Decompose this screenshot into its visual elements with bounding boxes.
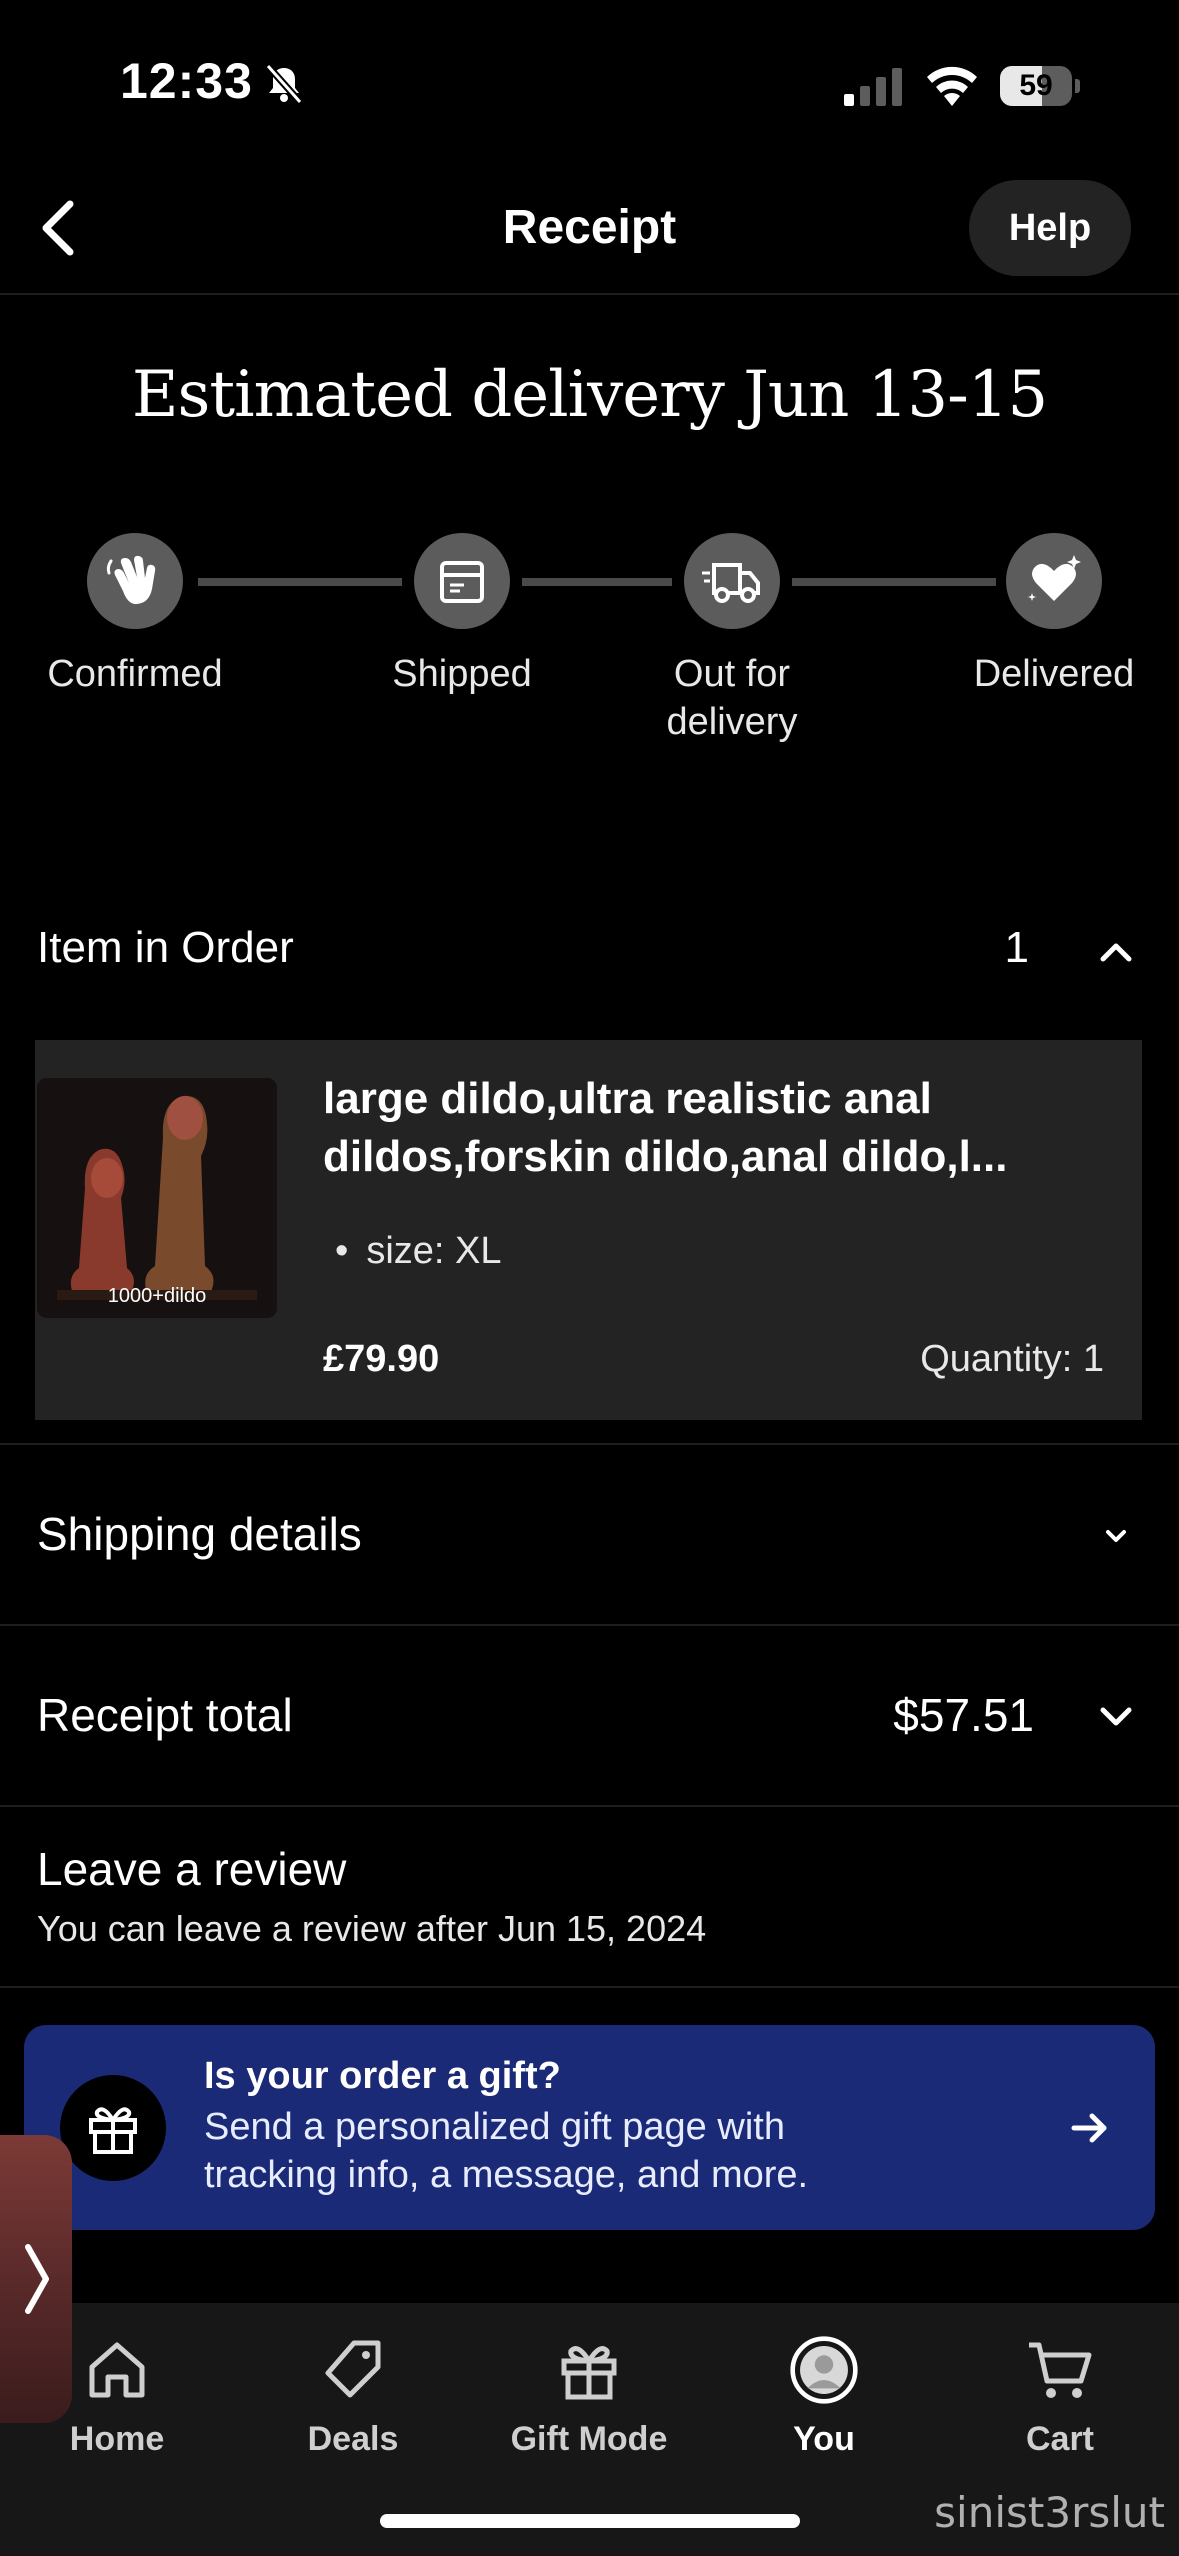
package-icon (414, 533, 510, 629)
signal-icon (844, 68, 902, 106)
bell-off-icon (265, 63, 303, 105)
hand-wave-icon (87, 533, 183, 629)
heart-sparkle-icon (1006, 533, 1102, 629)
chevron-up-icon[interactable] (1091, 927, 1141, 977)
status-time: 12:33 (120, 53, 253, 109)
home-indicator[interactable] (380, 2514, 800, 2528)
wifi-icon (927, 66, 977, 106)
review-subtitle: You can leave a review after Jun 15, 202… (37, 1908, 707, 1949)
divider (0, 1805, 1179, 1807)
tracker-line (522, 578, 672, 586)
tracker-line (792, 578, 996, 586)
step-label-out-for-delivery: Out for delivery (666, 653, 798, 743)
arrow-right-icon[interactable] (1065, 2103, 1115, 2153)
divider (0, 1986, 1179, 1988)
step-label-confirmed: Confirmed (47, 653, 223, 695)
shipping-details-label: Shipping details (37, 1508, 362, 1560)
tab-label: Cart (1025, 2420, 1095, 2458)
gift-title: Is your order a gift? (204, 2055, 561, 2097)
product-quantity: Quantity: 1 (920, 1338, 1104, 1380)
items-section-label: Item in Order (37, 923, 294, 972)
items-section-header[interactable]: Item in Order 1 (0, 905, 1179, 995)
tab-label: Gift Mode (510, 2420, 668, 2458)
delivery-estimate: Estimated delivery Jun 13-15 (131, 358, 1048, 432)
receipt-total-value: $57.51 (893, 1689, 1034, 1741)
battery-indicator: 59 (1000, 66, 1080, 106)
delivery-truck-icon (684, 533, 780, 629)
product-variant: • size: XL (335, 1230, 502, 1272)
tag-icon (318, 2335, 388, 2405)
delivery-tracker: Confirmed Shipped Out for delivery Deliv… (0, 530, 1179, 770)
tab-you[interactable]: You (724, 2325, 924, 2475)
gift-icon (554, 2335, 624, 2405)
step-label-shipped: Shipped (392, 653, 532, 695)
tab-cart[interactable]: Cart (960, 2325, 1160, 2475)
product-title[interactable]: large dildo,ultra realistic anal dildos,… (323, 1070, 1103, 1186)
gift-banner[interactable]: Is your order a gift? Send a personalize… (24, 2025, 1155, 2230)
items-count: 1 (1004, 923, 1029, 972)
home-icon (82, 2335, 152, 2405)
product-price: £79.90 (323, 1338, 440, 1380)
header: Receipt Help (0, 170, 1179, 295)
watermark: sinist3rslut (934, 2488, 1165, 2537)
tab-label: You (793, 2420, 855, 2458)
receipt-total-row[interactable]: Receipt total $57.51 (0, 1626, 1179, 1804)
product-thumbnail[interactable]: 1000+dildo (37, 1078, 277, 1318)
tracker-line (198, 578, 402, 586)
gift-icon (60, 2075, 166, 2181)
shipping-details-row[interactable]: Shipping details (0, 1445, 1179, 1623)
chevron-down-icon[interactable] (1091, 1692, 1141, 1742)
chevron-down-icon[interactable] (1091, 1511, 1141, 1561)
thumbnail-caption: 1000+dildo (107, 1285, 207, 1307)
tab-label: Home (69, 2420, 165, 2458)
order-item-card[interactable]: 1000+dildo large dildo,ultra realistic a… (35, 1040, 1142, 1420)
step-label-delivered: Delivered (973, 653, 1135, 695)
side-drawer-handle[interactable] (0, 2135, 72, 2423)
help-button[interactable]: Help (969, 180, 1131, 276)
review-title: Leave a review (37, 1843, 347, 1895)
avatar-icon (789, 2335, 859, 2405)
variant-size: size: XL (366, 1230, 502, 1272)
gift-body: Send a personalized gift page with track… (204, 2106, 809, 2196)
tab-label: Deals (307, 2420, 399, 2458)
battery-percent: 59 (1019, 69, 1053, 102)
chevron-right-icon (25, 2244, 49, 2314)
status-bar: 12:33 59 (0, 0, 1179, 170)
tab-deals[interactable]: Deals (253, 2325, 453, 2475)
receipt-total-label: Receipt total (37, 1689, 293, 1741)
cart-icon (1025, 2335, 1095, 2405)
tab-gift-mode[interactable]: Gift Mode (489, 2325, 689, 2475)
